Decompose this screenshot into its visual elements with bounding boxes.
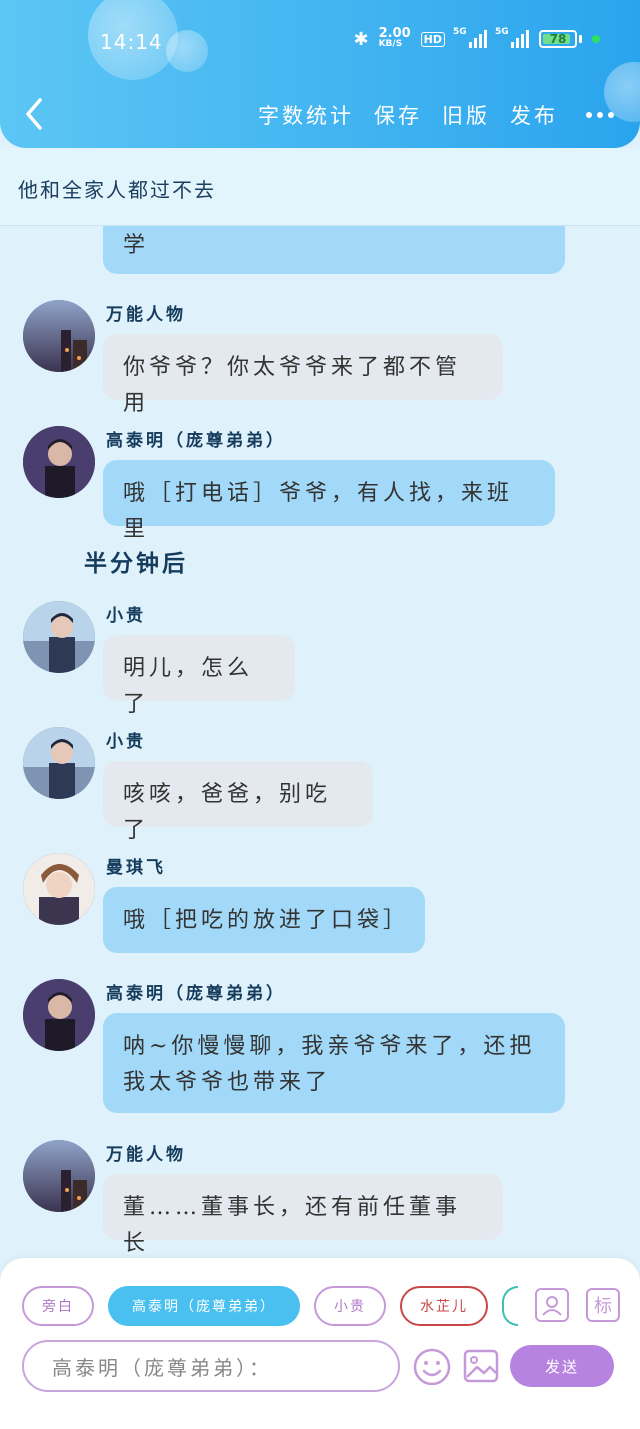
tag-icon[interactable]: 标 (586, 1288, 620, 1322)
message-bubble[interactable]: 董……董事长，还有前任董事长 (103, 1174, 503, 1256)
publish-button[interactable]: 发布 (510, 100, 558, 130)
role-chip-more[interactable] (502, 1286, 518, 1326)
avatar-image (23, 727, 95, 799)
smiley-icon (413, 1348, 451, 1386)
message-bubble[interactable]: 呐~你慢慢聊，我亲爷爷来了，还把 我太爷爷也带来了 (103, 1013, 565, 1113)
avatar-image (23, 300, 95, 372)
user-icon (542, 1296, 562, 1316)
message-bubble[interactable]: 哦［把吃的放进了口袋］ (103, 887, 425, 953)
message-list[interactable]: 学 万能人物 你爷爷？你太爷爷来了都不管用 高泰明（庞尊弟弟） 哦［打电话］爷爷… (0, 226, 640, 1260)
avatar[interactable] (23, 1140, 95, 1212)
message-bubble[interactable]: 学 (103, 226, 565, 274)
charging-icon (592, 35, 600, 43)
app-header: 14:14 ✱ 2.00 KB/S HD 5G 5G 78 字数统计 保存 旧版… (0, 0, 640, 148)
signal-icon: 5G (453, 27, 487, 48)
avatar[interactable] (23, 979, 95, 1051)
input-placeholder: 高泰明（庞尊弟弟）： (52, 1355, 272, 1380)
message-input[interactable]: 高泰明（庞尊弟弟）： (22, 1340, 400, 1392)
old-version-button[interactable]: 旧版 (442, 100, 490, 130)
role-chip-gao-taiming[interactable]: 高泰明（庞尊弟弟） (108, 1286, 300, 1326)
bluetooth-icon: ✱ (353, 28, 369, 50)
compose-panel: 旁白 高泰明（庞尊弟弟） 小贵 水芷儿 标 高泰明（庞尊弟弟）： 发送 (0, 1258, 640, 1429)
message-bubble[interactable]: 明儿，怎么了 (103, 635, 295, 717)
speaker-name: 曼琪飞 (106, 858, 166, 878)
avatar-image (23, 979, 95, 1051)
chevron-left-icon (26, 98, 42, 130)
status-bar: 14:14 ✱ 2.00 KB/S HD 5G 5G 78 (0, 22, 640, 62)
message-bubble[interactable]: 咳咳，爸爸，别吃了 (103, 761, 373, 843)
image-icon[interactable] (462, 1347, 500, 1385)
narration-text[interactable]: 半分钟后 (84, 544, 188, 578)
speaker-name: 小贵 (106, 732, 146, 752)
speaker-name: 高泰明（庞尊弟弟） (106, 431, 286, 451)
avatar-image (23, 426, 95, 498)
avatar[interactable] (23, 300, 95, 372)
message-bubble[interactable]: 哦［打电话］爷爷，有人找，来班里 (103, 460, 555, 542)
avatar-image (23, 1140, 95, 1212)
save-button[interactable]: 保存 (374, 100, 422, 130)
avatar[interactable] (23, 426, 95, 498)
send-button[interactable]: 发送 (510, 1345, 614, 1387)
nav-bar: 字数统计 保存 旧版 发布 (0, 90, 640, 140)
avatar-image (23, 601, 95, 673)
picture-icon (463, 1349, 499, 1383)
role-chip-xiaogui[interactable]: 小贵 (314, 1286, 386, 1326)
clock: 14:14 (100, 30, 163, 54)
chat-title[interactable]: 他和全家人都过不去 (0, 148, 640, 226)
role-chip-narrator[interactable]: 旁白 (22, 1286, 94, 1326)
signal-icon: 5G (495, 27, 529, 48)
message-bubble[interactable]: 你爷爷？你太爷爷来了都不管用 (103, 334, 503, 416)
role-chip-shuizhier[interactable]: 水芷儿 (400, 1286, 488, 1326)
avatar[interactable] (23, 727, 95, 799)
character-icon[interactable] (535, 1288, 569, 1322)
status-icons: ✱ 2.00 KB/S HD 5G 5G 78 (353, 26, 600, 50)
avatar-image (23, 853, 95, 925)
speaker-name: 万能人物 (106, 1145, 186, 1165)
speaker-name: 小贵 (106, 606, 146, 626)
avatar[interactable] (23, 853, 95, 925)
more-icon[interactable] (586, 112, 614, 118)
back-button[interactable] (20, 96, 50, 132)
emoji-icon[interactable] (412, 1347, 452, 1387)
battery-tip (579, 35, 582, 43)
battery-icon: 78 (539, 30, 577, 48)
net-speed: 2.00 KB/S (378, 26, 411, 49)
speaker-name: 高泰明（庞尊弟弟） (106, 984, 286, 1004)
avatar[interactable] (23, 601, 95, 673)
hd-icon: HD (420, 31, 445, 47)
nav-actions: 字数统计 保存 旧版 发布 (258, 100, 614, 130)
word-count-button[interactable]: 字数统计 (258, 100, 354, 130)
speaker-name: 万能人物 (106, 305, 186, 325)
